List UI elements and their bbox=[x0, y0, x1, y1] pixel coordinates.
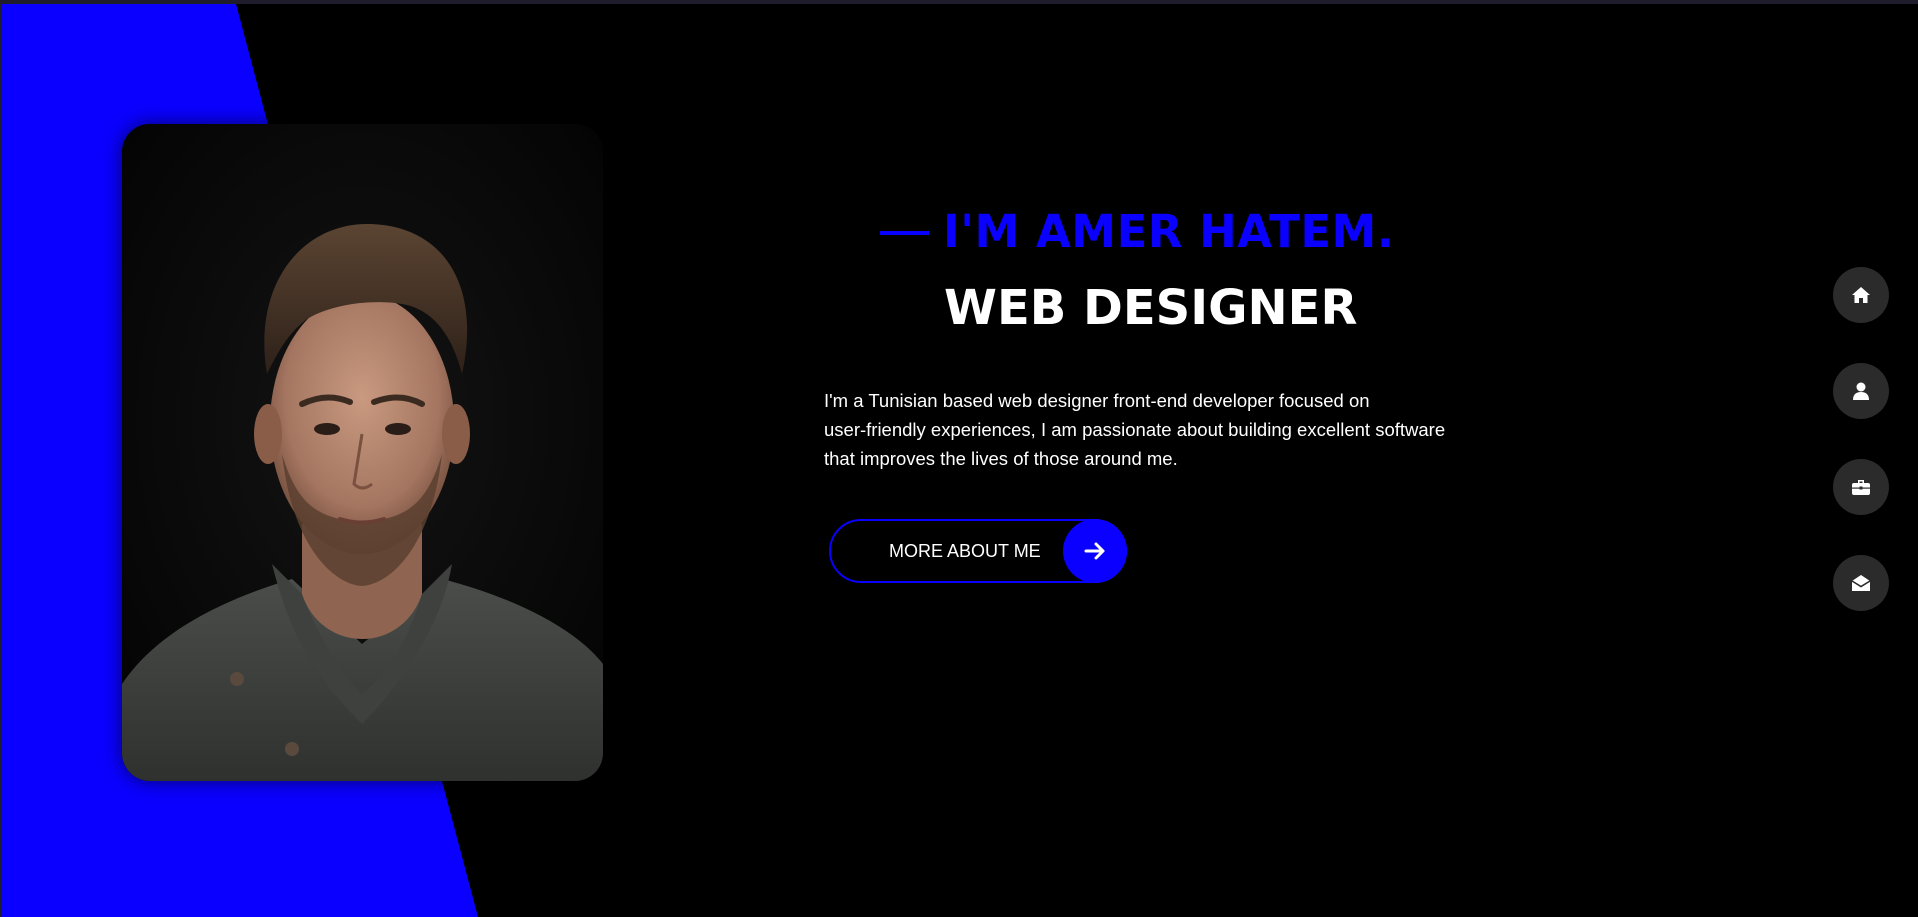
home-icon bbox=[1852, 287, 1870, 303]
portrait-illustration bbox=[122, 124, 603, 781]
nav-portfolio-button[interactable] bbox=[1833, 459, 1889, 515]
nav-about-button[interactable] bbox=[1833, 363, 1889, 419]
briefcase-icon bbox=[1852, 480, 1870, 495]
cta-arrow-circle[interactable] bbox=[1063, 519, 1127, 583]
profile-photo bbox=[122, 124, 603, 781]
home-page: I'M AMER HATEM. WEB DESIGNER I'm a Tunis… bbox=[0, 0, 1918, 917]
description-line: I'm a Tunisian based web designer front-… bbox=[824, 390, 1370, 411]
more-about-me-label: MORE ABOUT ME bbox=[889, 541, 1041, 561]
intro-heading: I'M AMER HATEM. bbox=[880, 205, 1394, 258]
accent-dash bbox=[880, 231, 929, 235]
envelope-open-icon bbox=[1851, 575, 1871, 591]
intro-name: I'M AMER HATEM. bbox=[943, 205, 1395, 258]
hero-description: I'm a Tunisian based web designer front-… bbox=[824, 386, 1524, 473]
role-title: WEB DESIGNER bbox=[944, 280, 1358, 336]
nav-home-button[interactable] bbox=[1833, 267, 1889, 323]
nav-contact-button[interactable] bbox=[1833, 555, 1889, 611]
description-line: that improves the lives of those around … bbox=[824, 448, 1178, 469]
window-left-border bbox=[0, 0, 2, 917]
description-line: user-friendly experiences, I am passiona… bbox=[824, 419, 1446, 440]
user-icon bbox=[1853, 382, 1869, 400]
more-about-me-button[interactable]: MORE ABOUT ME bbox=[829, 519, 1127, 583]
arrow-right-icon bbox=[1084, 542, 1105, 560]
